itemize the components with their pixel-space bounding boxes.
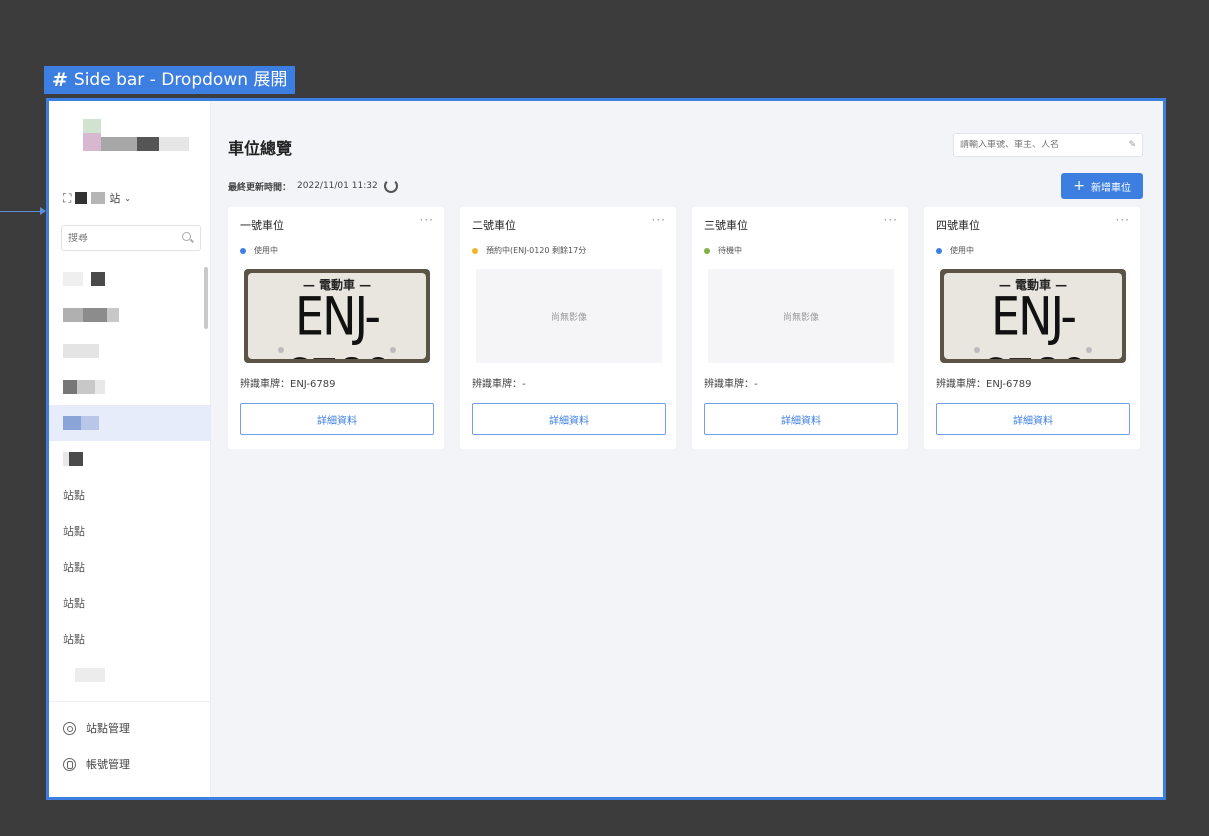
more-icon[interactable]: ··· <box>652 213 666 227</box>
card-status: 使用中 <box>936 245 974 256</box>
station-icon: ⛶ <box>63 190 72 205</box>
card-status: 待機中 <box>704 245 742 256</box>
sidebar-item-station[interactable]: 站點 <box>49 477 211 513</box>
sidebar-item-station[interactable]: 站點 <box>49 513 211 549</box>
parking-card: 三號車位 ··· 待機中 尚無影像 辨識車牌：- 詳細資料 <box>692 207 908 449</box>
parking-cards: 一號車位 ··· 使用中 — 電動車 — ENJ-6789 辨識車牌：ENJ-6… <box>228 207 1140 449</box>
frame-label-text: Side bar - Dropdown 展開 <box>73 70 288 90</box>
parking-card: 一號車位 ··· 使用中 — 電動車 — ENJ-6789 辨識車牌：ENJ-6… <box>228 207 444 449</box>
add-spot-button[interactable]: + 新增車位 <box>1061 173 1143 199</box>
search-icon[interactable]: ✎ <box>1128 140 1136 150</box>
card-title: 一號車位 <box>240 219 284 232</box>
sidebar-item-station[interactable]: 站點 <box>49 621 211 657</box>
parking-card: 四號車位 ··· 使用中 — 電動車 — ENJ-6789 辨識車牌：ENJ-6… <box>924 207 1140 449</box>
update-row: 最終更新時間： 2022/11/01 11:32 <box>228 179 398 193</box>
account-icon <box>63 757 76 771</box>
top-search-input[interactable] <box>960 140 1120 150</box>
update-time: 2022/11/01 11:32 <box>297 181 378 191</box>
logo <box>77 119 197 157</box>
no-image-placeholder: 尚無影像 <box>476 269 662 363</box>
main-content: 車位總覽 ✎ 最終更新時間： 2022/11/01 11:32 + 新增車位 一… <box>212 101 1163 797</box>
recognized-plate: 辨識車牌：- <box>472 379 526 390</box>
card-title: 二號車位 <box>472 219 516 232</box>
gear-icon <box>63 721 76 735</box>
plate-image: — 電動車 — ENJ-6789 <box>940 269 1126 363</box>
sidebar-item[interactable] <box>49 333 211 369</box>
recognized-plate: 辨識車牌：ENJ-6789 <box>936 379 1032 390</box>
sidebar-item-selected[interactable] <box>49 405 211 441</box>
no-image-placeholder: 尚無影像 <box>708 269 894 363</box>
plus-icon: + <box>1073 178 1085 194</box>
connector-arrow <box>0 207 46 215</box>
sidebar-item-station[interactable]: 站點 <box>49 549 211 585</box>
sidebar-menu: 站點 站點 站點 站點 站點 <box>49 261 211 693</box>
page-title: 車位總覽 <box>228 139 293 158</box>
sidebar-item[interactable] <box>49 297 211 333</box>
sidebar-item[interactable] <box>49 441 211 477</box>
frame-label: # Side bar - Dropdown 展開 <box>44 66 296 94</box>
refresh-icon[interactable] <box>383 179 398 193</box>
more-icon[interactable]: ··· <box>884 213 898 227</box>
update-label: 最終更新時間： <box>228 182 292 193</box>
status-dot <box>936 247 942 254</box>
status-dot <box>472 247 478 254</box>
sidebar-bottom: 站點管理 帳號管理 <box>49 701 211 782</box>
sidebar: ⛶ 站 ⌄ 搜尋 站點 站點 站點 站點 站點 站點管理 帳號管理 <box>49 101 211 797</box>
frame-hash-icon: # <box>52 69 68 91</box>
station-management-link[interactable]: 站點管理 <box>49 710 211 746</box>
status-dot <box>240 247 246 254</box>
parking-card: 二號車位 ··· 預約中(ENJ-0120 剩餘17分 尚無影像 辨識車牌：- … <box>460 207 676 449</box>
detail-button[interactable]: 詳細資料 <box>472 403 666 435</box>
detail-button[interactable]: 詳細資料 <box>936 403 1130 435</box>
card-status: 預約中(ENJ-0120 剩餘17分 <box>472 245 586 256</box>
plate-image: — 電動車 — ENJ-6789 <box>244 269 430 363</box>
account-management-link[interactable]: 帳號管理 <box>49 746 211 782</box>
more-icon[interactable]: ··· <box>1116 213 1130 227</box>
more-icon[interactable]: ··· <box>420 213 434 227</box>
app-frame: ⛶ 站 ⌄ 搜尋 站點 站點 站點 站點 站點 站點管理 帳號管理 車位總覽 請… <box>46 98 1166 800</box>
card-title: 三號車位 <box>704 219 748 232</box>
station-dropdown[interactable]: ⛶ 站 ⌄ <box>63 187 131 209</box>
sidebar-item-station[interactable]: 站點 <box>49 585 211 621</box>
sidebar-search <box>61 225 201 251</box>
search-icon[interactable] <box>182 232 194 244</box>
card-status: 使用中 <box>240 245 278 256</box>
status-dot <box>704 247 710 254</box>
sidebar-item[interactable] <box>49 369 211 405</box>
station-name: 站 <box>109 192 121 205</box>
top-search: ✎ <box>953 133 1143 157</box>
sidebar-item[interactable] <box>49 657 211 693</box>
recognized-plate: 辨識車牌：- <box>704 379 758 390</box>
detail-button[interactable]: 詳細資料 <box>240 403 434 435</box>
card-title: 四號車位 <box>936 219 980 232</box>
detail-button[interactable]: 詳細資料 <box>704 403 898 435</box>
sidebar-search-input[interactable] <box>68 232 168 244</box>
chevron-down-icon: ⌄ <box>124 193 132 203</box>
sidebar-item[interactable] <box>49 261 211 297</box>
recognized-plate: 辨識車牌：ENJ-6789 <box>240 379 336 390</box>
